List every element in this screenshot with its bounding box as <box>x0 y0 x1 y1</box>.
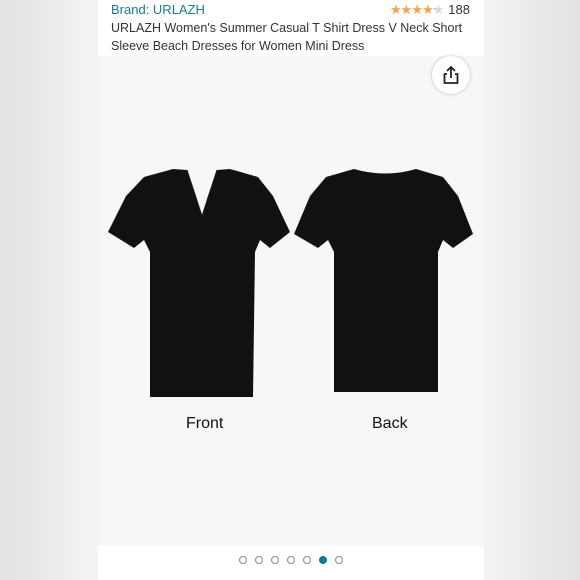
front-caption: Front <box>186 415 224 432</box>
gallery-dot[interactable] <box>287 556 295 564</box>
gallery-dot[interactable] <box>255 556 263 564</box>
gallery-dot[interactable] <box>335 556 343 564</box>
share-icon <box>443 65 459 84</box>
back-shirt-image <box>294 169 473 392</box>
gallery-dot[interactable] <box>271 556 279 564</box>
share-button[interactable] <box>432 56 470 94</box>
rating-summary[interactable]: ★★★★★ ★★★★★ 188 <box>390 2 470 17</box>
star-rating-icon: ★★★★★ ★★★★★ <box>390 1 444 17</box>
product-header: Brand: URLAZH ★★★★★ ★★★★★ 188 URLAZH Wom… <box>98 0 484 56</box>
right-backdrop <box>482 0 580 580</box>
gallery-dot[interactable] <box>303 556 311 564</box>
front-shirt-image <box>108 169 290 397</box>
gallery-dot-active[interactable] <box>319 556 327 564</box>
back-caption: Back <box>372 415 408 432</box>
review-count[interactable]: 188 <box>448 2 470 17</box>
product-title: URLAZH Women's Summer Casual T Shirt Dre… <box>111 21 463 53</box>
gallery-pagination <box>98 548 484 572</box>
product-image <box>108 169 473 397</box>
gallery-dot[interactable] <box>239 556 247 564</box>
product-card: Brand: URLAZH ★★★★★ ★★★★★ 188 URLAZH Wom… <box>98 0 484 580</box>
left-backdrop <box>0 0 98 580</box>
product-image-gallery[interactable]: Front Back <box>98 56 484 546</box>
brand-link[interactable]: Brand: URLAZH <box>111 2 205 17</box>
